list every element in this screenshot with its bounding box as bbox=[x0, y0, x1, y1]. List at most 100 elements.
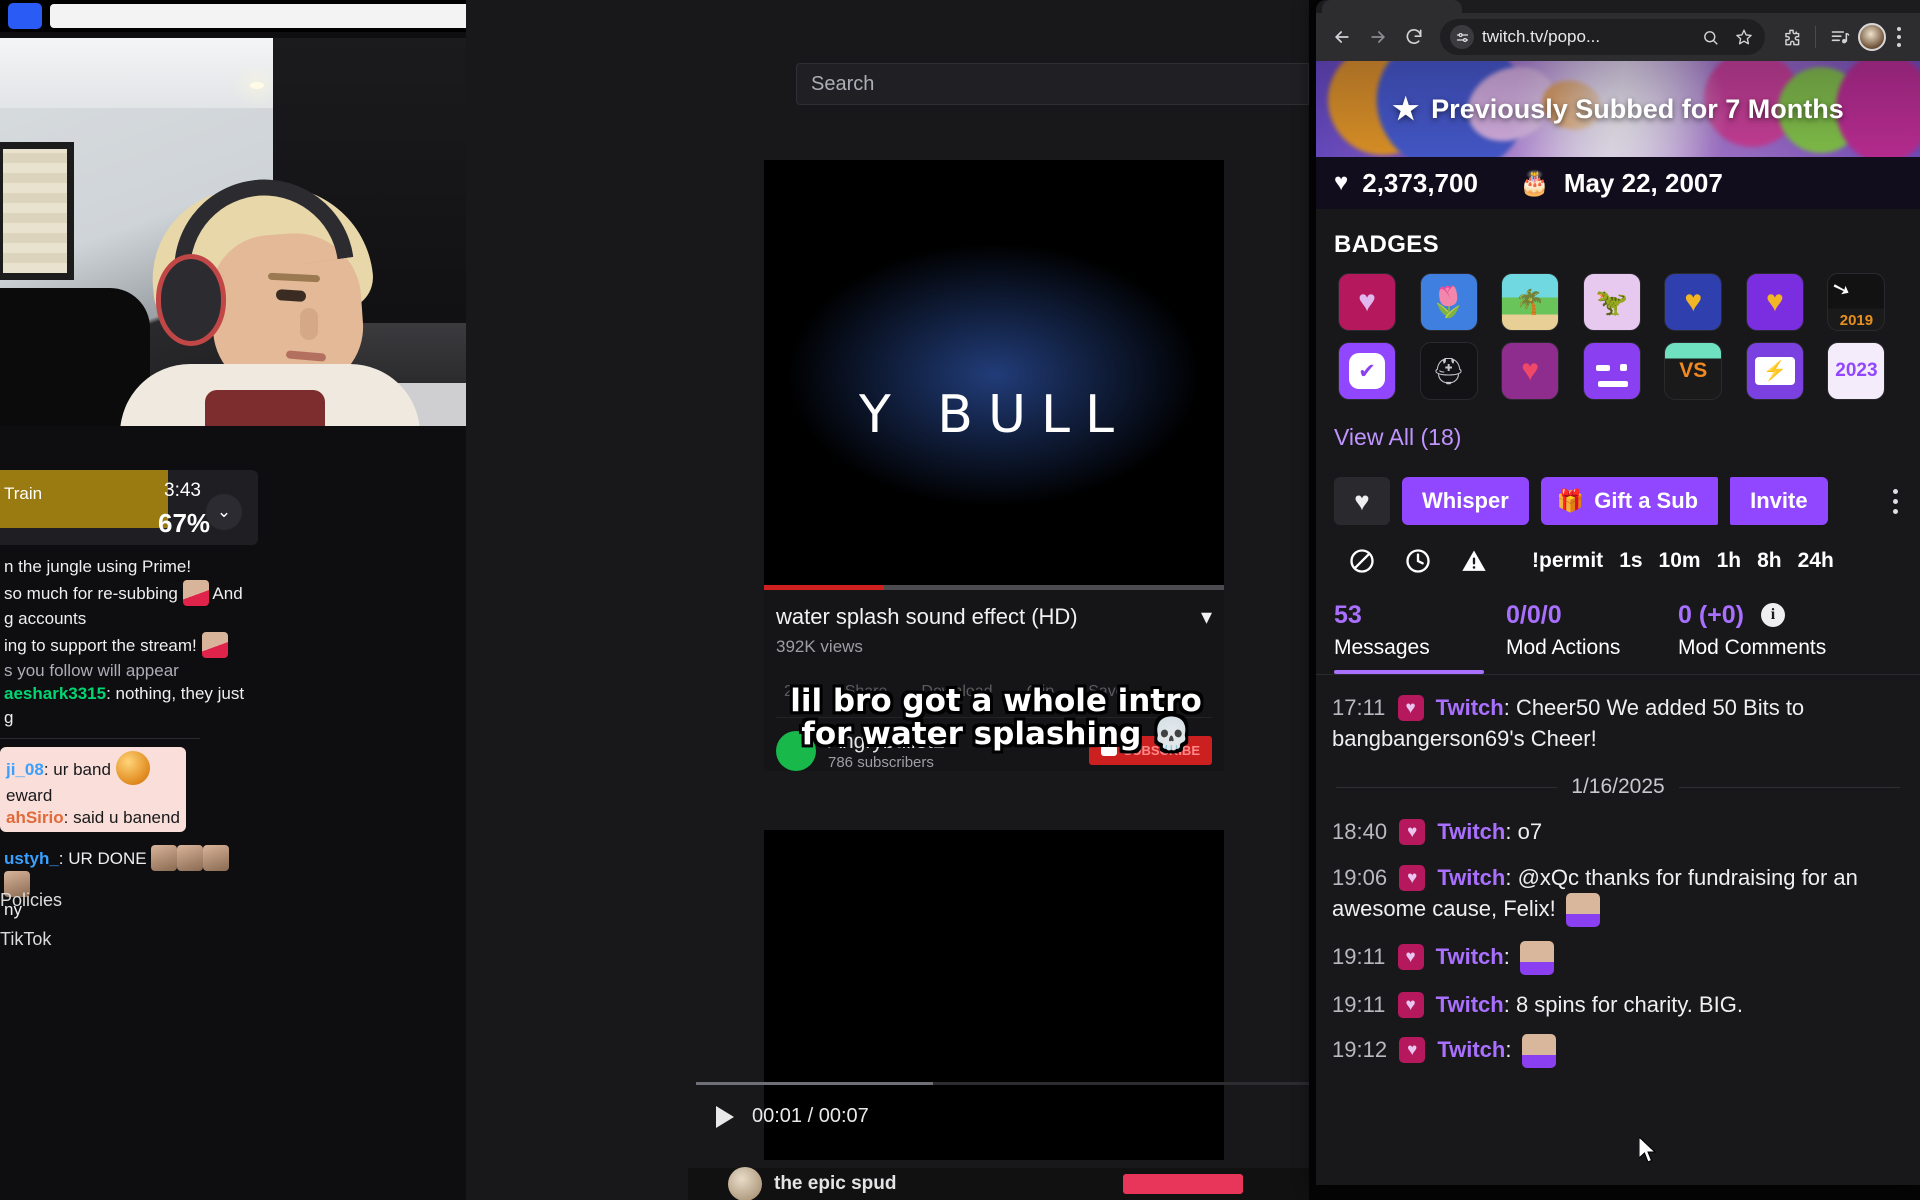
list-item[interactable]: 17:11 Twitch: Cheer50 We added 50 Bits t… bbox=[1332, 685, 1904, 761]
verified-badge[interactable]: ✔ bbox=[1338, 342, 1396, 400]
stream-chat-list[interactable]: n the jungle using Prime! so much for re… bbox=[0, 555, 250, 922]
video-player[interactable]: Y BULL bbox=[764, 160, 1224, 590]
gift-a-sub-button[interactable]: 🎁 Gift a Sub bbox=[1540, 477, 1719, 525]
emote-icon bbox=[177, 845, 204, 872]
list-item[interactable]: 19:11 Twitch: bbox=[1332, 934, 1904, 982]
footer-link-policies[interactable]: Policies bbox=[0, 890, 62, 911]
chat-username[interactable]: ji_08 bbox=[6, 760, 44, 779]
video-title-row: water splash sound effect (HD) ▾ bbox=[776, 604, 1212, 630]
message-username[interactable]: Twitch bbox=[1436, 992, 1504, 1017]
chevron-down-icon[interactable]: ▾ bbox=[1201, 604, 1212, 630]
search-icon[interactable] bbox=[1697, 24, 1723, 50]
badge-year-label: 2023 bbox=[1835, 359, 1878, 381]
star-outline-icon[interactable] bbox=[1731, 24, 1757, 50]
browser-tab-strip[interactable] bbox=[1316, 0, 1920, 13]
highlight-row: ahSirio: said u banend bbox=[6, 807, 180, 827]
sub-badge-icon bbox=[1399, 819, 1426, 846]
footer-links[interactable]: Policies TikTok bbox=[0, 890, 62, 968]
message-username[interactable]: Twitch bbox=[1436, 944, 1504, 969]
tulip-badge[interactable]: 🌷 bbox=[1419, 273, 1478, 331]
highlighted-chat-message[interactable]: ji_08: ur band eward ahSirio: said u ban… bbox=[0, 746, 186, 833]
ban-icon[interactable] bbox=[1334, 547, 1390, 575]
purple-face-badge[interactable] bbox=[1582, 342, 1641, 400]
badge-year-label: 2019 bbox=[1839, 312, 1874, 329]
list-item[interactable]: 18:40 Twitch: o7 bbox=[1332, 809, 1904, 854]
chat-username[interactable]: ahSirio bbox=[6, 808, 64, 827]
sub-badge-icon bbox=[1397, 991, 1424, 1018]
chat-divider bbox=[0, 737, 200, 739]
chat-message[interactable]: aeshark3315: nothing, they just bbox=[0, 682, 250, 706]
versus-badge[interactable]: VS bbox=[1664, 342, 1723, 400]
tune-icon[interactable] bbox=[1450, 25, 1474, 49]
follower-count: 2,373,700 bbox=[1362, 167, 1478, 198]
footer-link-tiktok[interactable]: TikTok bbox=[0, 929, 62, 950]
play-icon[interactable] bbox=[716, 1105, 734, 1128]
favorite-button[interactable]: ♥ bbox=[1334, 477, 1390, 525]
media-playlist-icon[interactable] bbox=[1822, 19, 1858, 55]
highlight-row: ji_08: ur band bbox=[6, 750, 180, 785]
tab-mod-actions[interactable]: 0/0/0 Mod Actions bbox=[1506, 601, 1678, 660]
chat-text: nothing, they just bbox=[115, 684, 245, 704]
timeout-8h-button[interactable]: 8h bbox=[1757, 549, 1782, 573]
list-item[interactable]: 19:11 Twitch: 8 spins for charity. BIG. bbox=[1332, 982, 1904, 1027]
tab-mod-comments[interactable]: 0 (+0) i Mod Comments bbox=[1678, 601, 1850, 660]
url-text[interactable]: twitch.tv/popo... bbox=[1482, 27, 1689, 47]
forward-arrow-icon[interactable] bbox=[1360, 19, 1396, 55]
timeout-1h-button[interactable]: 1h bbox=[1717, 549, 1742, 573]
ceiling-light-2 bbox=[250, 82, 264, 89]
message-time: 19:12 bbox=[1332, 1037, 1388, 1063]
info-icon[interactable]: i bbox=[1760, 603, 1785, 627]
reload-icon[interactable] bbox=[1396, 19, 1432, 55]
outer-player-controls[interactable]: 00:01 / 00:07 bbox=[716, 1105, 869, 1128]
power-bolt-badge[interactable]: ⚡ bbox=[1745, 342, 1804, 400]
message-history-list[interactable]: 17:11 Twitch: Cheer50 We added 50 Bits t… bbox=[1316, 675, 1920, 1075]
list-item[interactable]: 19:06 Twitch: @xQc thanks for fundraisin… bbox=[1332, 855, 1904, 934]
year-2023-badge[interactable]: 2023 bbox=[1827, 342, 1886, 400]
permit-button[interactable]: !permit bbox=[1532, 549, 1603, 573]
glitchcon-2019-badge[interactable]: ➘ 2019 bbox=[1827, 273, 1886, 331]
previously-subbed-banner: ★ Previously Subbed for 7 Months bbox=[1316, 61, 1920, 157]
whisper-label: Whisper bbox=[1422, 488, 1509, 513]
message-username[interactable]: Twitch bbox=[1436, 695, 1504, 720]
clock-icon[interactable] bbox=[1390, 547, 1446, 575]
timeout-24h-button[interactable]: 24h bbox=[1798, 549, 1834, 573]
chat-username[interactable]: ustyh_ bbox=[4, 849, 59, 868]
puzzle-icon[interactable] bbox=[1773, 19, 1809, 55]
blue-gold-heart-badge[interactable]: ♥ bbox=[1664, 273, 1723, 331]
message-username[interactable]: Twitch bbox=[1437, 1037, 1505, 1062]
chat-line: so much for re-subbing And bbox=[0, 579, 250, 607]
chevron-down-icon[interactable]: ⌄ bbox=[206, 494, 242, 530]
red-pixel-heart-badge[interactable]: ♥ bbox=[1501, 342, 1560, 400]
tab-messages[interactable]: 53 Messages bbox=[1334, 601, 1506, 660]
purple-gold-heart-badge[interactable]: ♥ bbox=[1745, 273, 1804, 331]
video-progress-bar[interactable] bbox=[764, 585, 1224, 590]
kebab-menu-icon[interactable] bbox=[1886, 27, 1912, 47]
knight-helmet-badge[interactable]: ⛑ bbox=[1419, 342, 1478, 400]
timeout-1s-button[interactable]: 1s bbox=[1619, 549, 1642, 573]
dino-badge[interactable]: 🦖 bbox=[1582, 273, 1641, 331]
message-username[interactable]: Twitch bbox=[1437, 865, 1505, 890]
wall-picture bbox=[0, 142, 74, 280]
timeout-10m-button[interactable]: 10m bbox=[1659, 549, 1701, 573]
chat-line: n the jungle using Prime! bbox=[4, 557, 192, 576]
message-username[interactable]: Twitch bbox=[1437, 819, 1505, 844]
browser-tab[interactable] bbox=[1322, 0, 1462, 13]
chat-text: UR DONE bbox=[68, 849, 147, 869]
beach-badge[interactable]: 🌴 bbox=[1501, 273, 1560, 331]
hype-train-widget[interactable]: Train 3:43 67% ⌄ bbox=[0, 470, 258, 545]
pink-pixel-heart-badge[interactable]: ♥ bbox=[1338, 273, 1396, 331]
search-row: Search bbox=[466, 56, 1309, 112]
back-arrow-icon[interactable] bbox=[1324, 19, 1360, 55]
browser-toolbar: twitch.tv/popo... bbox=[1316, 13, 1920, 61]
warning-icon[interactable] bbox=[1446, 547, 1502, 575]
list-item[interactable]: 19:12 Twitch: bbox=[1332, 1027, 1904, 1075]
video-views: 392K views bbox=[776, 637, 863, 656]
kebab-menu-icon[interactable] bbox=[1893, 488, 1902, 514]
address-bar[interactable]: twitch.tv/popo... bbox=[1440, 19, 1765, 55]
chat-username[interactable]: aeshark3315 bbox=[4, 684, 106, 703]
whisper-button[interactable]: Whisper bbox=[1402, 477, 1529, 525]
view-all-badges-link[interactable]: View All (18) bbox=[1316, 400, 1920, 451]
search-input[interactable]: Search bbox=[796, 63, 1309, 105]
avatar-icon[interactable] bbox=[1858, 23, 1886, 51]
invite-button[interactable]: Invite bbox=[1730, 477, 1828, 525]
